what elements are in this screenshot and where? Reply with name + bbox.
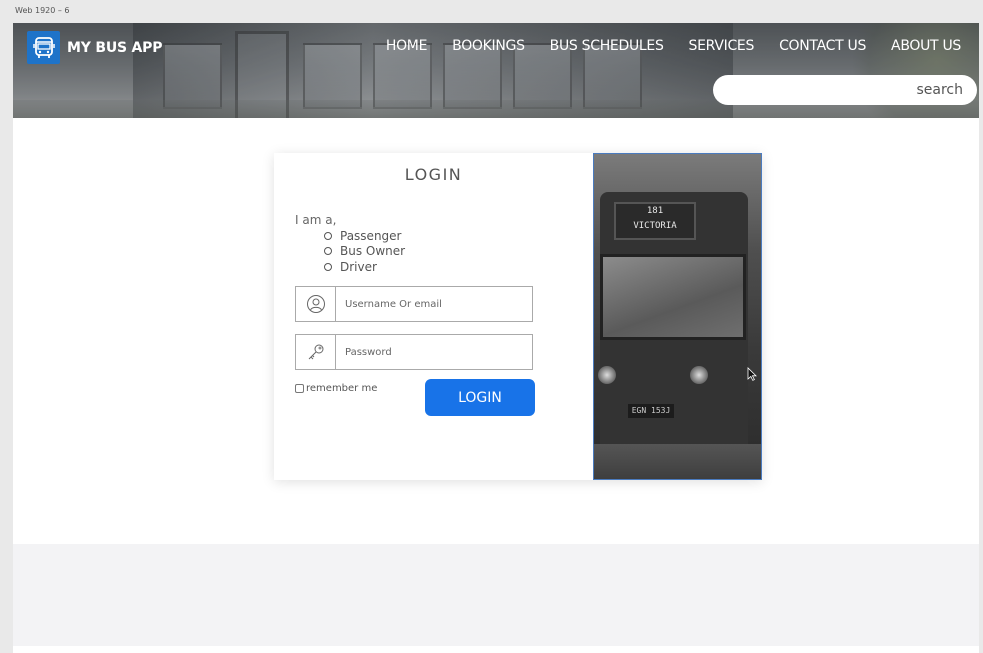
login-title: LOGIN bbox=[404, 165, 463, 184]
radio-button[interactable] bbox=[324, 262, 332, 271]
bus-windscreen bbox=[600, 254, 746, 340]
nav-bus-schedules[interactable]: BUS SCHEDULES bbox=[550, 38, 664, 54]
user-icon bbox=[296, 287, 336, 321]
destination-name: VICTORIA bbox=[633, 221, 677, 231]
role-option-driver[interactable]: Driver bbox=[324, 259, 405, 275]
headlamp bbox=[690, 366, 708, 384]
nav-services[interactable]: SERVICES bbox=[689, 38, 755, 54]
login-card: LOGIN I am a, Passenger Bus Owner Driver bbox=[274, 153, 762, 480]
nav-about-us[interactable]: ABOUT US bbox=[891, 38, 961, 54]
username-field bbox=[295, 286, 533, 322]
nav-home[interactable]: HOME bbox=[386, 38, 428, 54]
destination-display: 181 VICTORIA bbox=[614, 202, 696, 240]
password-input[interactable] bbox=[336, 335, 532, 369]
number-plate: EGN 153J bbox=[628, 404, 674, 418]
headlamp bbox=[598, 366, 616, 384]
radio-button[interactable] bbox=[324, 231, 332, 240]
app-name: MY BUS APP bbox=[67, 39, 163, 56]
role-option-bus-owner[interactable]: Bus Owner bbox=[324, 244, 405, 260]
footer-band bbox=[13, 544, 979, 646]
bus-icon bbox=[27, 31, 60, 64]
role-radio-group: Passenger Bus Owner Driver bbox=[324, 228, 405, 275]
artboard-label: Web 1920 – 6 bbox=[15, 6, 70, 15]
role-option-label: Bus Owner bbox=[340, 244, 406, 259]
artboard: MY BUS APP HOME BOOKINGS BUS SCHEDULES S… bbox=[13, 23, 979, 653]
key-icon bbox=[296, 335, 336, 369]
search-input[interactable] bbox=[713, 75, 977, 105]
role-option-label: Passenger bbox=[340, 228, 402, 243]
main-nav: HOME BOOKINGS BUS SCHEDULES SERVICES CON… bbox=[386, 38, 961, 54]
app-logo[interactable]: MY BUS APP bbox=[27, 31, 162, 64]
nav-bookings[interactable]: BOOKINGS bbox=[452, 38, 525, 54]
radio-button[interactable] bbox=[324, 247, 332, 256]
checkbox-box[interactable] bbox=[295, 384, 304, 393]
login-button[interactable]: LOGIN bbox=[425, 379, 535, 416]
username-input[interactable] bbox=[336, 287, 532, 321]
password-field bbox=[295, 334, 533, 370]
nav-contact-us[interactable]: CONTACT US bbox=[779, 38, 866, 54]
destination-number: 181 bbox=[646, 206, 664, 216]
role-intro-label: I am a, bbox=[295, 213, 337, 227]
bus-photo: 181 VICTORIA EGN 153J bbox=[593, 153, 762, 480]
remember-me-checkbox[interactable]: remember me bbox=[295, 383, 377, 394]
remember-me-label: remember me bbox=[306, 383, 378, 394]
road bbox=[594, 444, 761, 479]
role-option-label: Driver bbox=[340, 259, 377, 274]
role-option-passenger[interactable]: Passenger bbox=[324, 228, 405, 244]
header-banner: MY BUS APP HOME BOOKINGS BUS SCHEDULES S… bbox=[13, 23, 979, 118]
mouse-cursor-icon bbox=[747, 366, 757, 385]
